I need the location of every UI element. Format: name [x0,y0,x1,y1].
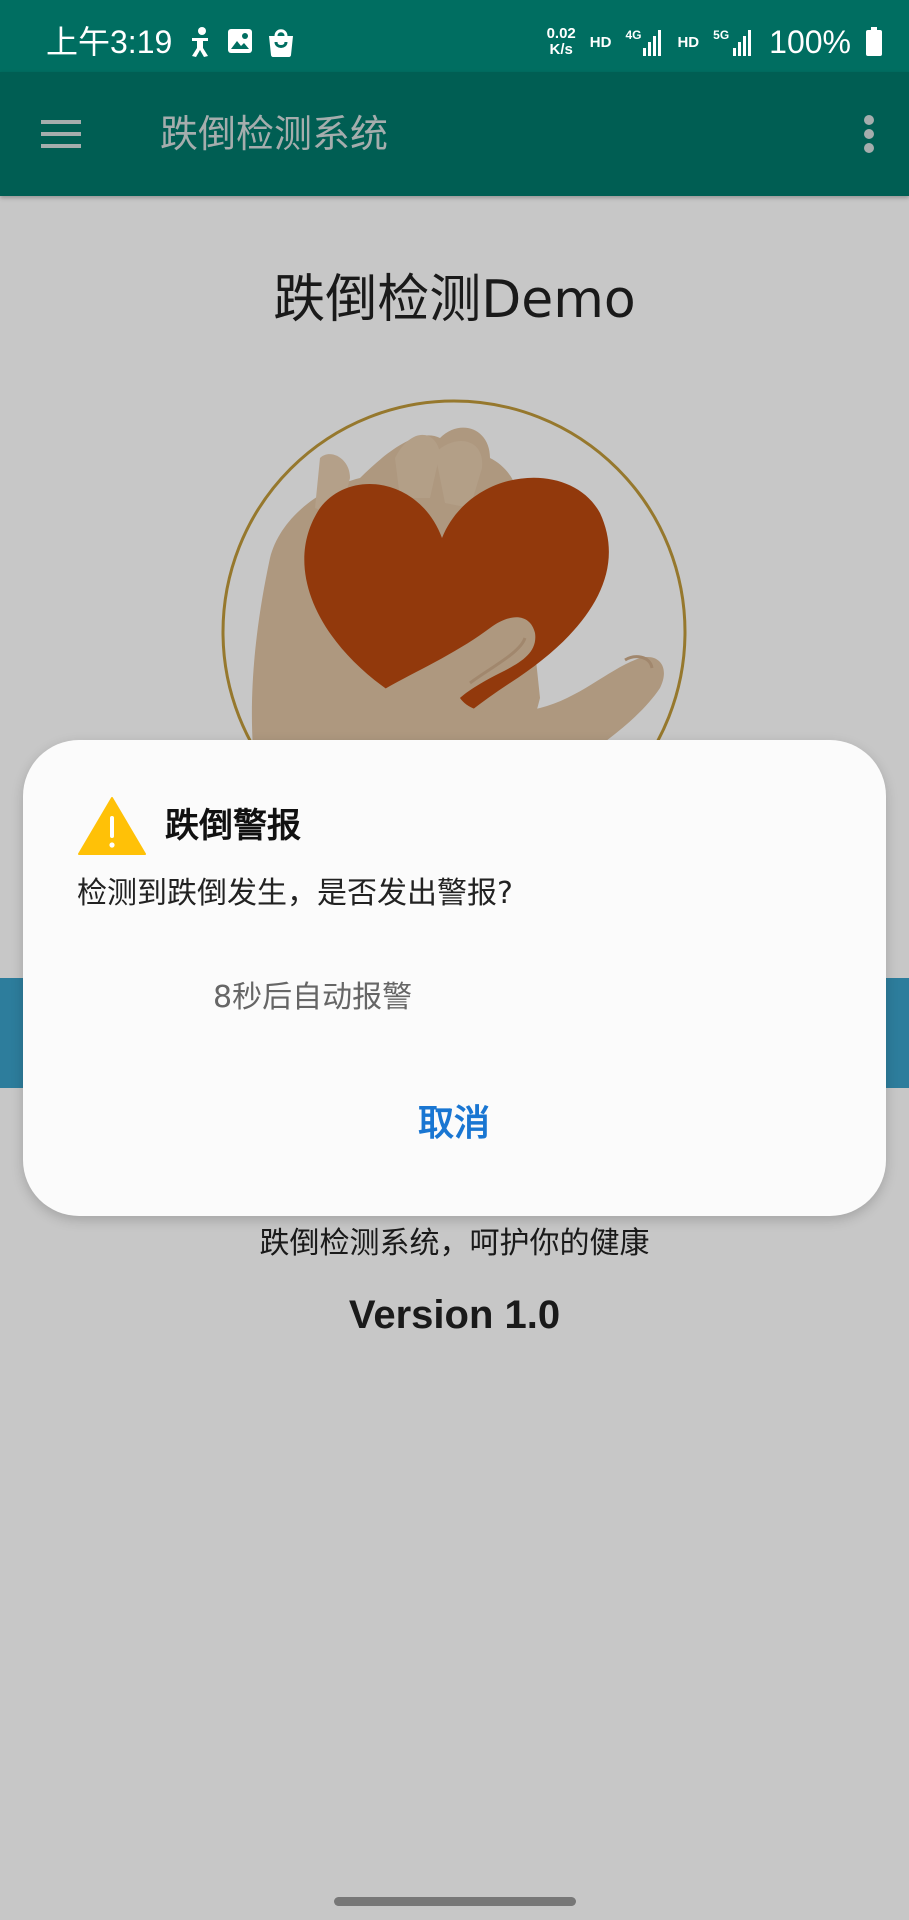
status-bar: 上午3:19 0.02 K/s HD 4G HD 5G 100% [0,0,909,72]
dialog-message: 检测到跌倒发生，是否发出警报? [77,876,513,911]
battery-icon [866,27,882,56]
network-type-2: 5G [713,28,730,42]
fall-alert-dialog: 跌倒警报 检测到跌倒发生，是否发出警报? 8秒后自动报警 取消 [23,740,886,1216]
hd-label-2: HD [677,33,700,51]
home-indicator[interactable] [334,1897,576,1906]
status-system-icons: 0.02 K/s HD 4G HD 5G 100% [547,20,883,64]
network-speed-unit: K/s [549,41,573,58]
signal-icon [643,30,662,56]
warning-icon [78,797,146,855]
network-type-1: 4G [625,28,642,42]
hd-label-1: HD [589,33,612,51]
countdown-text: 8秒后自动报警 [213,980,413,1015]
status-notification-icons [186,26,296,58]
dialog-header: 跌倒警报 [77,796,301,856]
image-icon [228,29,252,53]
dialog-title: 跌倒警报 [165,806,301,846]
signal-icon [733,30,752,56]
network-speed: 0.02 K/s [547,26,576,58]
signal-5g: 5G [713,28,755,56]
accessibility-icon [192,27,208,57]
signal-4g: 4G [625,28,663,56]
shopping-bag-icon [269,29,293,57]
status-time: 上午3:19 [46,24,173,60]
cancel-button[interactable]: 取消 [354,1084,554,1156]
network-speed-value: 0.02 [546,25,576,42]
battery-percentage: 100% [769,24,851,60]
